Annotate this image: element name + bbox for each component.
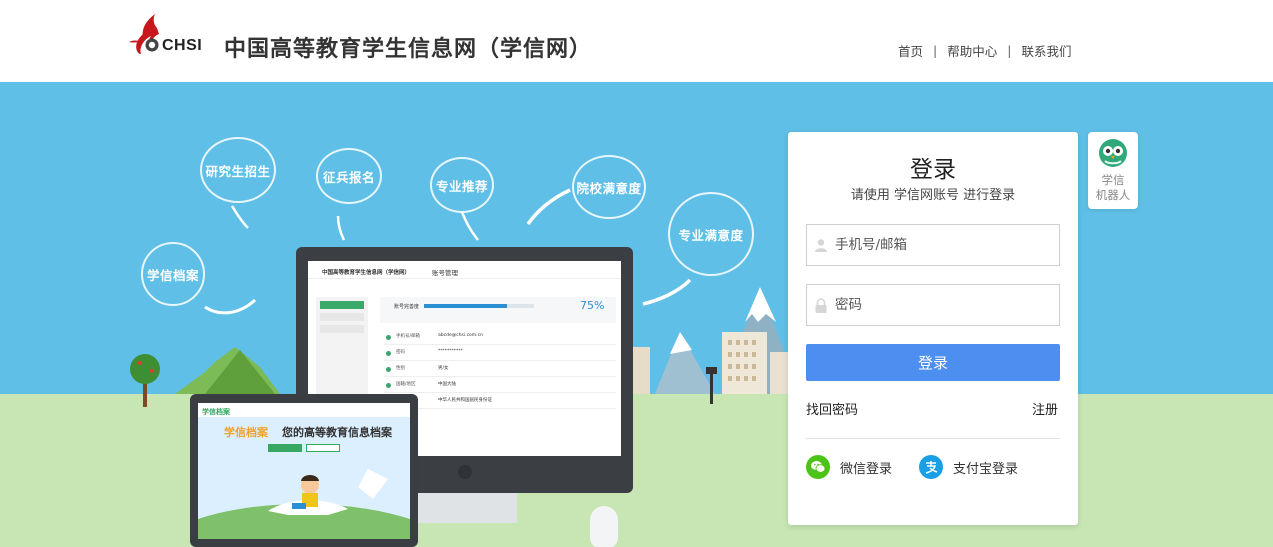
register-link[interactable]: 注册 [1032, 399, 1058, 418]
laptop-headline: 您的高等教育信息档案 [282, 426, 392, 439]
robot-label-line1: 学信 [1101, 173, 1125, 187]
alipay-icon [919, 455, 943, 479]
bubble-school-satisfaction: 院校满意度 [572, 155, 646, 219]
alipay-login-label: 支付宝登录 [953, 461, 1019, 477]
monitor-row-value: *********** [438, 349, 463, 354]
username-input[interactable] [835, 237, 1055, 253]
monitor-row-divider [384, 360, 616, 361]
robot-label: 学信 机器人 [1088, 173, 1138, 203]
monitor-row-divider [384, 392, 616, 393]
monitor-row-value: 中华人民共和国居民身份证 [438, 398, 492, 403]
bubble-military-registration: 征兵报名 [316, 148, 382, 204]
nav-home-link[interactable]: 首页 [898, 41, 923, 60]
nav-separator: | [1007, 43, 1012, 58]
hero-banner: 学信档案 研究生招生 征兵报名 专业推荐 院校满意度 专业满意度 中国高等教育学… [0, 82, 1273, 547]
laptop-illustration: 学信档案 学信档案 您的高等教育信息档案 [190, 394, 418, 547]
monitor-header-title: 中国高等教育学生信息网（学信网） [322, 270, 411, 276]
wechat-login-button[interactable]: 微信登录 [806, 455, 892, 479]
monitor-progress-percent: 75% [580, 299, 605, 312]
forgot-password-link[interactable]: 找回密码 [806, 399, 858, 418]
nav-help-link[interactable]: 帮助中心 [947, 41, 997, 60]
monitor-row-label: 国籍/地区 [396, 382, 416, 387]
username-field[interactable] [806, 224, 1060, 266]
monitor-row-label: 手机号/邮箱 [396, 334, 421, 339]
bubble-major-satisfaction: 专业满意度 [668, 192, 754, 276]
owl-robot-icon [1099, 139, 1127, 167]
login-title: 登录 [910, 157, 956, 183]
nav-separator: | [933, 43, 938, 58]
login-panel: 登录 请使用 学信网账号 进行登录 登录 找回密码 注册 微信登录 支付宝登录 [788, 132, 1078, 525]
monitor-row-check-icon [386, 367, 391, 372]
nav-contact-link[interactable]: 联系我们 [1021, 41, 1071, 60]
alipay-login-button[interactable]: 支付宝登录 [919, 455, 1018, 479]
site-title: 中国高等教育学生信息网（学信网） [224, 36, 593, 62]
monitor-page-title: 账号管理 [432, 269, 458, 277]
laptop-brand: 学信档案 [202, 408, 230, 416]
monitor-progress-bar [424, 304, 534, 308]
monitor-row-divider [384, 376, 616, 377]
reading-child-icon [198, 469, 410, 539]
robot-label-line2: 机器人 [1095, 188, 1131, 202]
laptop-screen: 学信档案 学信档案 您的高等教育信息档案 [198, 403, 410, 539]
monitor-row-label: 密码 [396, 350, 405, 355]
wechat-icon [806, 455, 830, 479]
robot-assistant-button[interactable]: 学信 机器人 [1088, 132, 1138, 209]
site-header: CHSI 中国高等教育学生信息网（学信网） 首页 | 帮助中心 | 联系我们 [0, 0, 1273, 82]
monitor-row-check-icon [386, 335, 391, 340]
lock-icon [807, 285, 835, 325]
monitor-row-check-icon [386, 383, 391, 388]
mouse-illustration [590, 506, 618, 547]
bubble-major-recommendation: 专业推荐 [430, 157, 494, 213]
bubble-graduate-enrollment: 研究生招生 [200, 137, 276, 203]
monitor-row-divider [384, 408, 616, 409]
password-field[interactable] [806, 284, 1060, 326]
laptop-headline-accent: 学信档案 [224, 426, 268, 439]
login-subtitle: 请使用 学信网账号 进行登录 [850, 188, 1016, 203]
user-icon [807, 225, 835, 265]
bubble-xuexin-dangan: 学信档案 [141, 242, 205, 306]
monitor-row-label: 性别 [396, 366, 405, 371]
divider [806, 438, 1060, 439]
wechat-login-label: 微信登录 [840, 461, 893, 477]
monitor-progress-label: 账号完善度 [394, 304, 420, 310]
password-input[interactable] [835, 297, 1055, 313]
monitor-row-value: 中国大陆 [438, 382, 456, 387]
monitor-row-check-icon [386, 351, 391, 356]
monitor-row-value: 男/女 [438, 366, 449, 371]
logo-text: CHSI [162, 37, 203, 54]
monitor-row-divider [384, 344, 616, 345]
top-nav: 首页 | 帮助中心 | 联系我们 [898, 41, 1071, 60]
monitor-row-value: abcde@chsi.com.cn [438, 333, 483, 338]
login-button[interactable]: 登录 [806, 344, 1060, 381]
